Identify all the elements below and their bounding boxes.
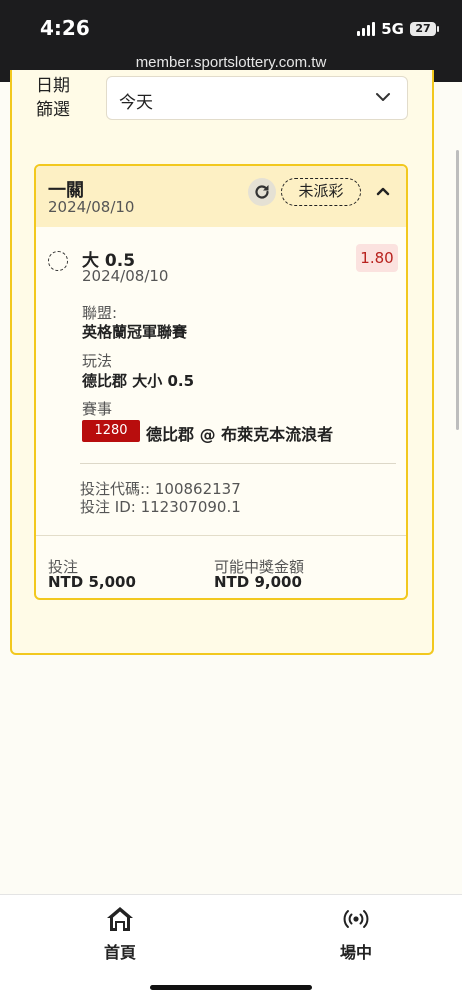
home-indicator — [150, 985, 312, 990]
chevron-down-icon — [376, 93, 390, 101]
nav-home[interactable]: 首頁 — [80, 905, 160, 963]
bet-date: 2024/08/10 — [48, 198, 135, 216]
home-icon — [107, 907, 133, 931]
bet-card: 一關 2024/08/10 未派彩 大 0.5 2024/08/10 1.80 … — [34, 164, 408, 600]
payout-value: NTD 9,000 — [214, 573, 302, 591]
date-filter-label-line2: 篩選 — [36, 100, 70, 120]
clock: 4:26 — [40, 16, 90, 40]
market-label: 玩法 — [82, 352, 113, 370]
status-indicators: 5G 27 — [357, 20, 439, 38]
event-label: 賽事 — [82, 400, 113, 418]
date-filter-label: 日期 篩選 — [36, 74, 70, 122]
match-name: 德比郡 @ 布萊克本流浪者 — [146, 425, 334, 444]
selection-date: 2024/08/10 — [82, 267, 169, 285]
chevron-up-icon[interactable] — [374, 182, 392, 200]
market-value: 德比郡 大小 0.5 — [82, 372, 195, 390]
refresh-button[interactable] — [248, 178, 276, 206]
match-number-badge: 1280 — [82, 420, 140, 442]
date-filter-value: 今天 — [119, 93, 153, 113]
nav-live[interactable]: 場中 — [316, 905, 396, 963]
live-icon — [343, 910, 369, 928]
address-bar[interactable]: member.sportslottery.com.tw — [0, 54, 462, 71]
bet-card-header[interactable]: 一關 2024/08/10 未派彩 — [36, 166, 406, 227]
nav-live-label: 場中 — [339, 943, 372, 962]
scrollbar[interactable] — [456, 150, 459, 430]
stake-value: NTD 5,000 — [48, 573, 136, 591]
refresh-icon — [255, 185, 269, 199]
date-filter-label-line1: 日期 — [36, 76, 70, 96]
network-label: 5G — [381, 20, 404, 38]
league-label: 聯盟: — [82, 304, 118, 322]
divider — [36, 535, 406, 536]
status-badge: 未派彩 — [281, 178, 361, 206]
battery-icon: 27 — [410, 22, 439, 36]
date-filter-select[interactable]: 今天 — [106, 76, 408, 120]
divider — [80, 463, 396, 464]
odds-badge: 1.80 — [356, 244, 398, 272]
nav-home-label: 首頁 — [103, 943, 136, 962]
selection-status-icon — [48, 251, 68, 271]
league-value: 英格蘭冠軍聯賽 — [82, 323, 188, 341]
signal-icon — [357, 22, 376, 36]
bet-id: 投注 ID: 112307090.1 — [80, 498, 241, 516]
